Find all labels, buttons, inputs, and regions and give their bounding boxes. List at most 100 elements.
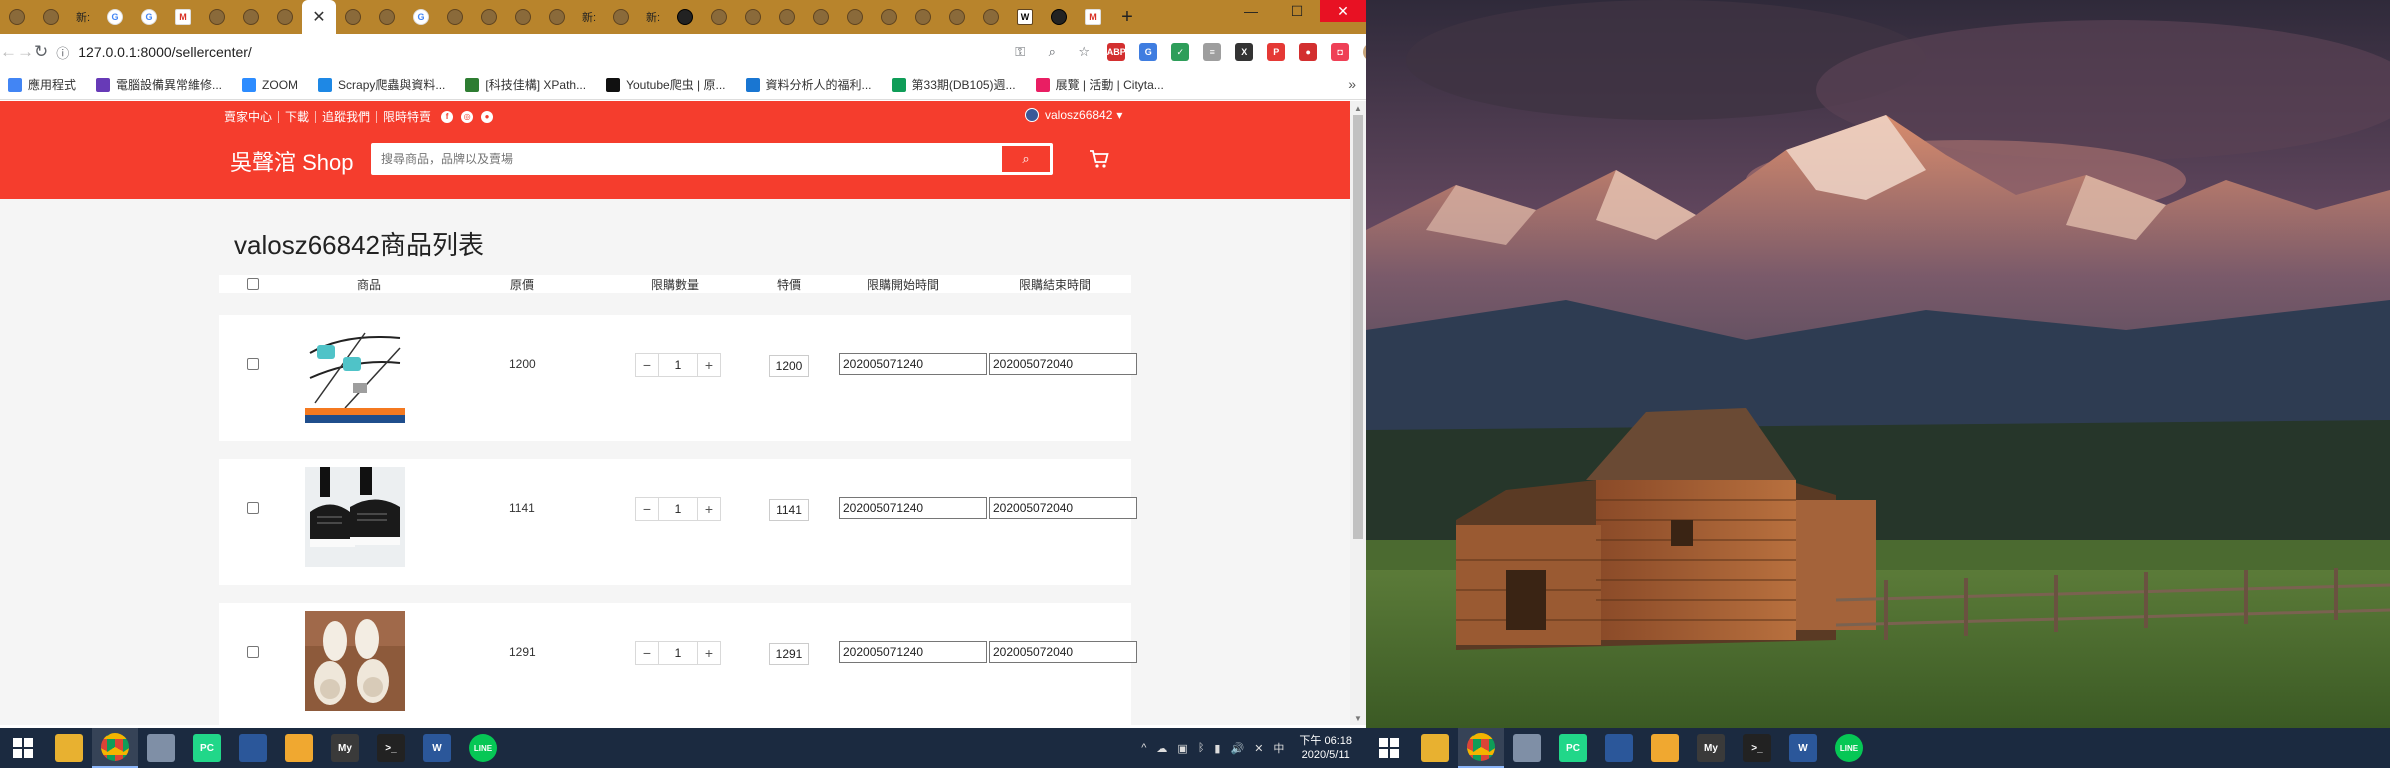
tab[interactable]: G [132,0,166,34]
scroll-up-arrow-icon[interactable]: ▲ [1350,101,1366,115]
taskbar-app[interactable] [138,728,184,768]
taskbar-app[interactable] [1458,728,1504,768]
instagram-icon[interactable]: ◎ [461,110,474,123]
deal-price-field[interactable]: 1291 [769,643,809,665]
tab[interactable] [736,0,770,34]
product-image-usb-cables[interactable] [305,323,405,423]
tab[interactable]: 新: [574,0,604,34]
increment-button[interactable]: + [698,354,720,376]
decrement-button[interactable]: − [636,642,658,664]
search-input[interactable] [371,144,1002,174]
scroll-down-arrow-icon[interactable]: ▼ [1350,711,1366,725]
pocket-icon[interactable]: ◘ [1326,38,1354,66]
tablet-icon[interactable]: ▣ [1177,742,1187,755]
deal-price-field[interactable]: 1200 [769,355,809,377]
tab[interactable] [200,0,234,34]
reload-button[interactable]: ↻ [34,37,48,67]
row-checkbox[interactable] [247,358,259,370]
extension-icon[interactable]: ≡ [1198,38,1226,66]
bookmark-item[interactable]: Youtube爬虫 | 原... [606,76,726,93]
tab[interactable] [702,0,736,34]
tab[interactable] [472,0,506,34]
taskbar-app[interactable]: >_ [368,728,414,768]
taskbar-app[interactable]: My [1688,728,1734,768]
start-button[interactable] [0,728,46,768]
page-scrollbar[interactable]: ▲ ▼ [1350,101,1366,725]
download-link[interactable]: 下載 [285,108,309,125]
tab[interactable] [604,0,638,34]
close-window-button[interactable]: ✕ [1320,0,1366,22]
tab[interactable] [1042,0,1076,34]
product-image-sneakers[interactable] [305,467,405,567]
start-time-field[interactable]: 202005071240 [839,353,987,375]
tab[interactable]: M [1076,0,1110,34]
tab[interactable] [906,0,940,34]
bluetooth-icon[interactable]: ᛒ [1198,742,1205,754]
row-checkbox[interactable] [247,646,259,658]
tab[interactable]: 新: [638,0,668,34]
taskbar-app[interactable] [1596,728,1642,768]
cart-icon[interactable] [1088,148,1110,170]
flash-sale-link[interactable]: 限時特賣 [383,108,431,125]
tab[interactable] [804,0,838,34]
tab[interactable]: M [166,0,200,34]
bookmark-item[interactable]: ZOOM [242,77,298,92]
end-time-field[interactable]: 202005072040 [989,641,1137,663]
increment-button[interactable]: + [698,498,720,520]
tab-active[interactable]: ✕ [302,0,336,34]
tab[interactable]: 新: [68,0,98,34]
taskbar-app[interactable] [276,728,322,768]
bookmark-star-icon[interactable]: ☆ [1070,38,1098,66]
taskbar-app[interactable]: >_ [1734,728,1780,768]
new-tab-button[interactable]: + [1110,0,1144,34]
tab[interactable] [940,0,974,34]
bookmark-item[interactable]: 電腦設備異常維修... [96,76,222,93]
follow-us-link[interactable]: 追蹤我們 [322,108,370,125]
taskbar-app[interactable] [1412,728,1458,768]
product-image-slippers[interactable] [305,611,405,711]
zoom-icon[interactable]: ⌕ [1038,38,1066,66]
maximize-button[interactable]: ☐ [1274,0,1320,22]
decrement-button[interactable]: − [636,354,658,376]
tab[interactable] [838,0,872,34]
decrement-button[interactable]: − [636,498,658,520]
bookmarks-more-button[interactable]: » [1348,76,1356,92]
search-button[interactable]: ⌕ [1002,146,1050,172]
row-checkbox[interactable] [247,502,259,514]
bookmark-item[interactable]: 資料分析人的福利... [745,76,872,93]
user-menu[interactable]: valosz66842 ▾ [1025,108,1122,122]
tab[interactable] [336,0,370,34]
taskbar-app[interactable]: LINE [1826,728,1872,768]
bookmark-item[interactable]: 應用程式 [8,76,76,93]
taskbar-app[interactable] [46,728,92,768]
tab[interactable] [370,0,404,34]
notification-icon[interactable]: ✕ [1254,742,1263,755]
taskbar-app[interactable]: My [322,728,368,768]
increment-button[interactable]: + [698,642,720,664]
taskbar-app[interactable]: PC [184,728,230,768]
end-time-field[interactable]: 202005072040 [989,353,1137,375]
bookmark-item[interactable]: 展覽 | 活動 | Cityta... [1035,76,1164,93]
adblock-icon[interactable]: ABP [1102,38,1130,66]
volume-icon[interactable]: 🔊 [1230,742,1244,755]
taskbar-app[interactable]: W [414,728,460,768]
tab[interactable]: G [404,0,438,34]
tab[interactable] [540,0,574,34]
taskbar-app[interactable] [230,728,276,768]
minimize-button[interactable]: — [1228,0,1274,22]
pdf-icon[interactable]: P [1262,38,1290,66]
quantity-value[interactable]: 1 [658,354,698,376]
secondary-start-button[interactable] [1366,728,1412,768]
cloud-icon[interactable]: ☁ [1156,742,1167,755]
translate-icon[interactable]: G [1134,38,1162,66]
seller-center-link[interactable]: 賣家中心 [224,108,272,125]
start-time-field[interactable]: 202005071240 [839,497,987,519]
taskbar-app[interactable] [1642,728,1688,768]
tab[interactable] [506,0,540,34]
shop-logo[interactable]: 吳聲涫 Shop [230,145,354,177]
tab[interactable] [234,0,268,34]
site-info-icon[interactable]: ⓘ [56,43,78,62]
taskbar-app[interactable]: LINE [460,728,506,768]
tab[interactable] [770,0,804,34]
shield-icon[interactable]: ✓ [1166,38,1194,66]
